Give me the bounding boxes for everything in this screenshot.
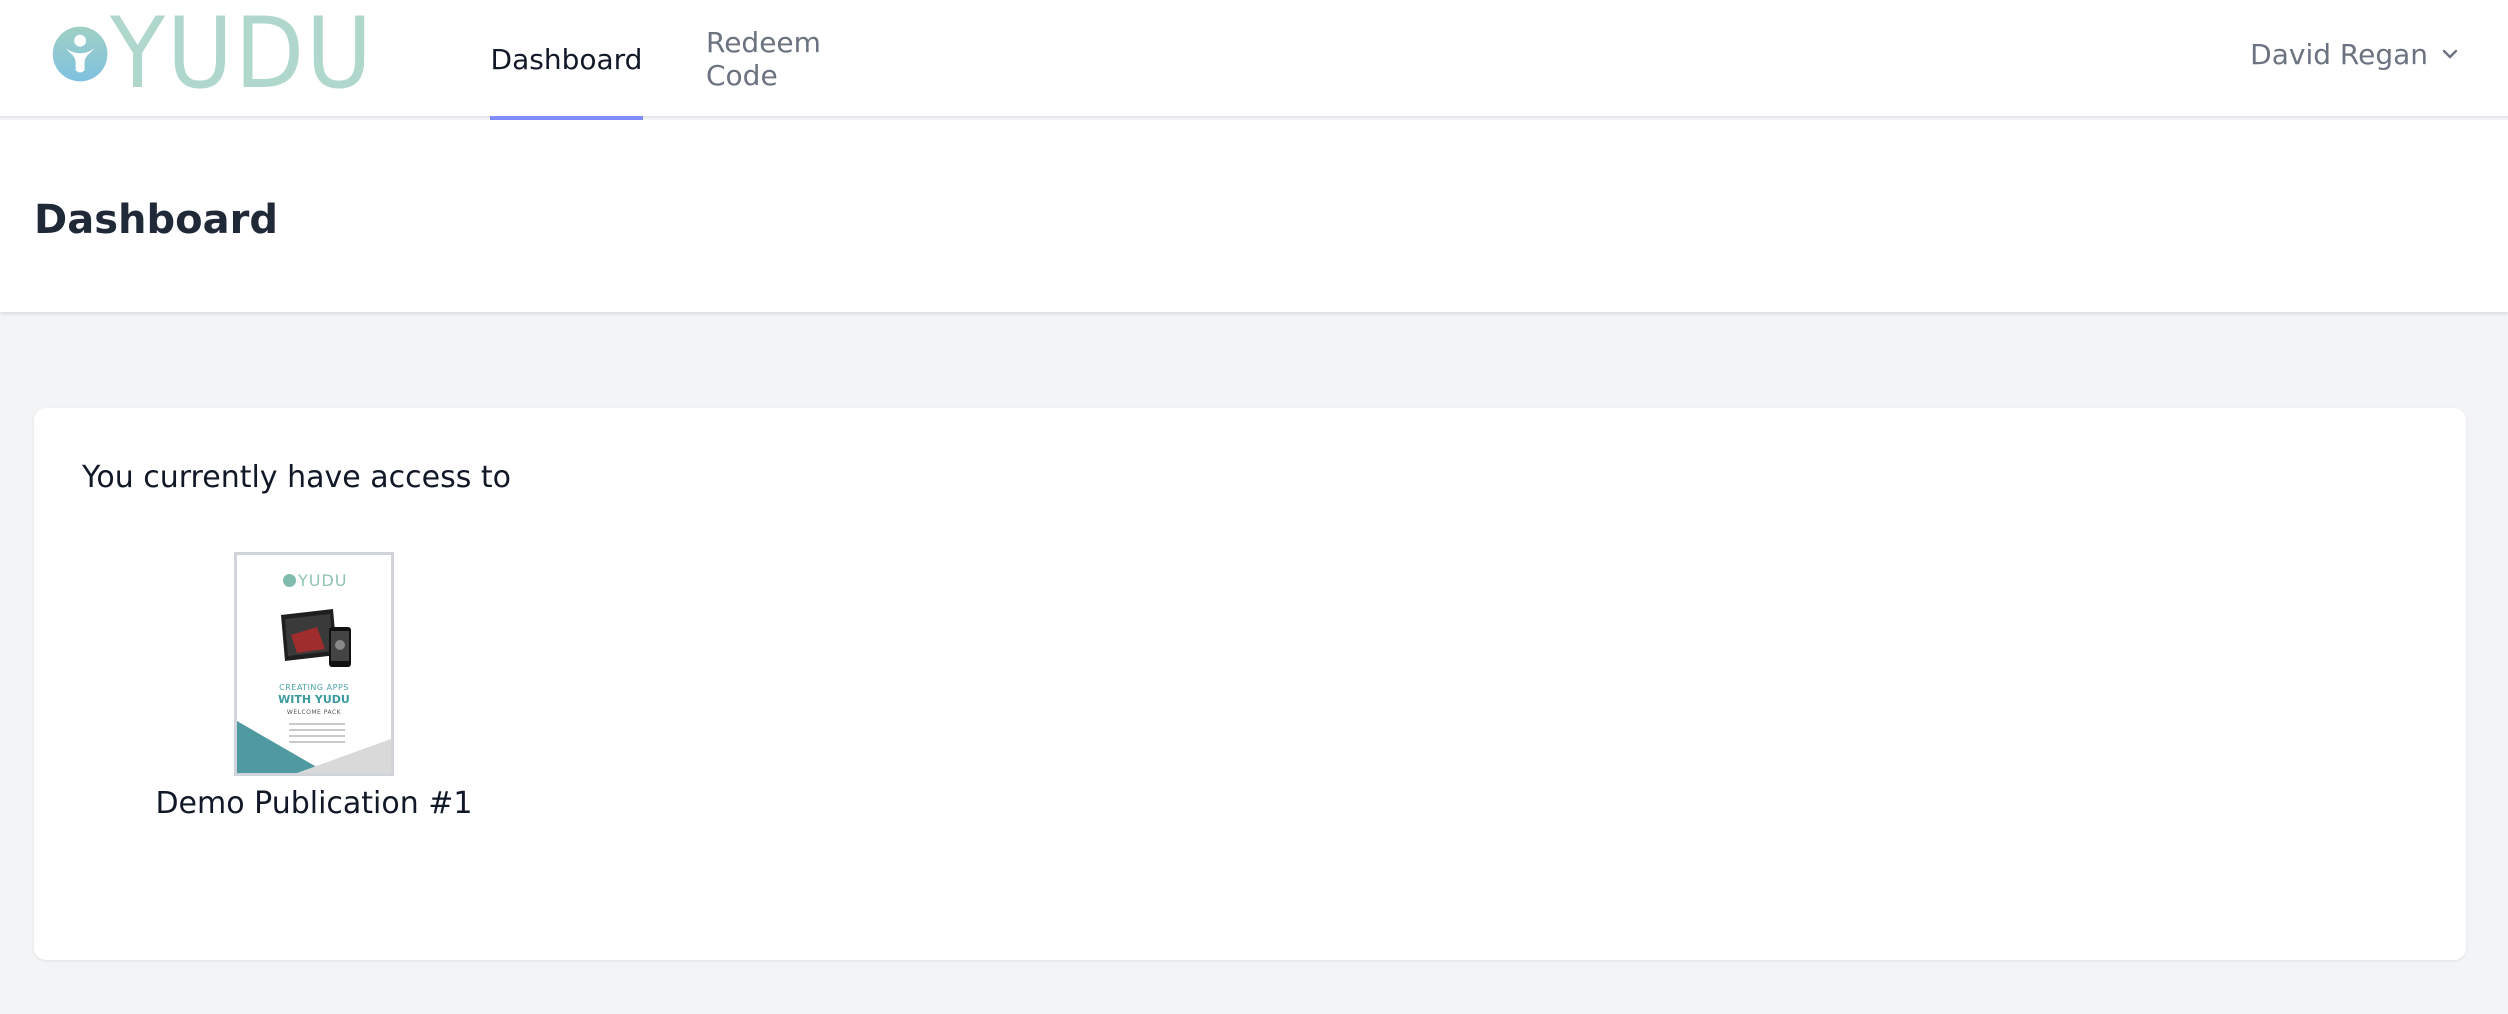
- access-heading: You currently have access to: [82, 460, 511, 495]
- logo-wordmark: YUDU: [110, 0, 375, 111]
- cover-decoration: [237, 721, 391, 773]
- access-card: You currently have access to YUDU CREATI…: [34, 408, 2466, 960]
- cover-line-1: CREATING APPS: [279, 683, 349, 692]
- publication-title[interactable]: Demo Publication #1: [130, 784, 498, 824]
- cover-brand: YUDU: [298, 571, 348, 590]
- page-title: Dashboard: [34, 197, 278, 243]
- cover-logo: YUDU: [283, 571, 348, 590]
- devices-illustration: [281, 609, 351, 667]
- tab-dashboard[interactable]: Dashboard: [490, 0, 643, 120]
- cover-line-2: WITH YUDU: [278, 693, 350, 706]
- tab-redeem-code[interactable]: Redeem Code: [706, 0, 898, 118]
- yudu-logo[interactable]: YUDU: [52, 0, 397, 111]
- chevron-down-icon: [2442, 49, 2458, 59]
- cover-line-3: WELCOME PACK: [286, 709, 342, 716]
- user-menu-button[interactable]: David Regan: [2250, 0, 2460, 108]
- page-header: Dashboard: [0, 120, 2508, 312]
- cover-logo-icon: [283, 574, 296, 587]
- publication-item[interactable]: YUDU CREATING APPS WITH YUDU WELCOME PAC…: [130, 552, 473, 824]
- top-navigation: YUDU Dashboard Redeem Code David Regan: [0, 0, 2508, 120]
- user-name: David Regan: [2250, 37, 2428, 71]
- logo-person-icon: [52, 26, 108, 82]
- publication-cover[interactable]: YUDU CREATING APPS WITH YUDU WELCOME PAC…: [234, 552, 394, 776]
